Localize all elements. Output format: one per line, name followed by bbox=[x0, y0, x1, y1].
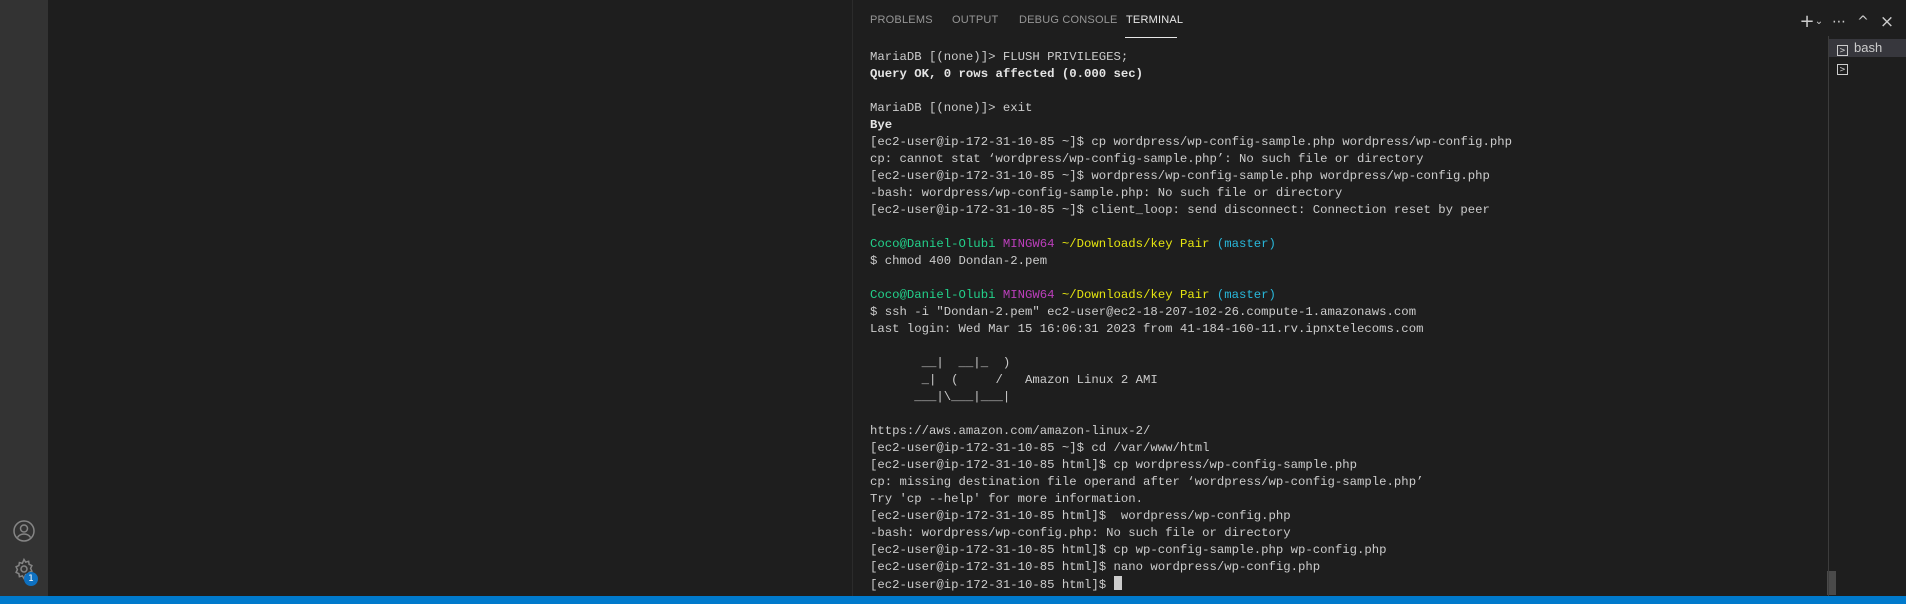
terminal-line-text: Query OK, 0 rows affected (0.000 sec) bbox=[870, 67, 1144, 81]
terminal-icon: > bbox=[1837, 45, 1848, 56]
terminal-line-text: Try 'cp --help' for more information. bbox=[870, 492, 1144, 506]
terminal-line-text: ___|\___|___| bbox=[870, 390, 1011, 404]
terminal-line: Coco@Daniel-Olubi MINGW64 ~/Downloads/ke… bbox=[870, 236, 1810, 253]
terminal-output[interactable]: MariaDB [(none)]> FLUSH PRIVILEGES; Query… bbox=[870, 49, 1810, 593]
terminal-tab-2[interactable]: > bbox=[1829, 58, 1899, 76]
terminal-line: MariaDB [(none)]> exit bbox=[870, 100, 1810, 117]
tab-debug-console[interactable]: DEBUG CONSOLE bbox=[1019, 14, 1118, 26]
terminal-line: Try 'cp --help' for more information. bbox=[870, 491, 1810, 508]
maximize-panel-icon[interactable]: ^ bbox=[1855, 14, 1871, 30]
terminal-line-text: [ec2-user@ip-172-31-10-85 ~]$ cp wordpre… bbox=[870, 135, 1513, 149]
terminal-line-text: $ ssh -i "Dondan-2.pem" ec2-user@ec2-18-… bbox=[870, 305, 1417, 319]
more-actions-icon[interactable]: ⋯ bbox=[1831, 14, 1847, 30]
terminal-line: _| ( / Amazon Linux 2 AMI bbox=[870, 372, 1810, 389]
terminal-icon: > bbox=[1837, 64, 1848, 75]
terminal-line: [ec2-user@ip-172-31-10-85 ~]$ client_loo… bbox=[870, 202, 1810, 219]
tab-terminal[interactable]: TERMINAL bbox=[1126, 14, 1183, 26]
prompt-host: MINGW64 bbox=[1002, 288, 1055, 302]
chevron-down-icon[interactable]: ⌄ bbox=[1811, 14, 1827, 30]
terminal-line: [ec2-user@ip-172-31-10-85 ~]$ cd /var/ww… bbox=[870, 440, 1810, 457]
terminal-line: [ec2-user@ip-172-31-10-85 ~]$ cp wordpre… bbox=[870, 134, 1810, 151]
terminal-line: [ec2-user@ip-172-31-10-85 html]$ cp word… bbox=[870, 457, 1810, 474]
terminal-line: [ec2-user@ip-172-31-10-85 html]$ nano wo… bbox=[870, 559, 1810, 576]
terminal-panel: PROBLEMS OUTPUT DEBUG CONSOLE TERMINAL +… bbox=[852, 0, 1906, 596]
terminal-line-text: Bye bbox=[870, 118, 893, 132]
terminal-tab-bash[interactable]: > bash bbox=[1829, 39, 1906, 57]
panel-header: PROBLEMS OUTPUT DEBUG CONSOLE TERMINAL +… bbox=[853, 4, 1906, 40]
terminal-list: > bash > bbox=[1828, 36, 1906, 596]
terminal-line-text: cp: cannot stat ‘wordpress/wp-config-sam… bbox=[870, 152, 1424, 166]
terminal-line: cp: cannot stat ‘wordpress/wp-config-sam… bbox=[870, 151, 1810, 168]
account-icon[interactable] bbox=[12, 519, 36, 543]
terminal-line-text: Last login: Wed Mar 15 16:06:31 2023 fro… bbox=[870, 322, 1424, 336]
terminal-line-text: [ec2-user@ip-172-31-10-85 ~]$ cd /var/ww… bbox=[870, 441, 1210, 455]
terminal-line: MariaDB [(none)]> FLUSH PRIVILEGES; bbox=[870, 49, 1810, 66]
prompt-host: MINGW64 bbox=[1002, 237, 1055, 251]
terminal-line-text: __| __|_ ) bbox=[870, 356, 1011, 370]
terminal-line: https://aws.amazon.com/amazon-linux-2/ bbox=[870, 423, 1810, 440]
terminal-line: Coco@Daniel-Olubi MINGW64 ~/Downloads/ke… bbox=[870, 287, 1810, 304]
terminal-line-text: $ chmod 400 Dondan-2.pem bbox=[870, 254, 1048, 268]
prompt-branch: (master) bbox=[1216, 237, 1276, 251]
prompt-path: ~/Downloads/key Pair bbox=[1061, 237, 1210, 251]
terminal-line: -bash: wordpress/wp-config.php: No such … bbox=[870, 525, 1810, 542]
terminal-cursor bbox=[1113, 576, 1122, 590]
terminal-line-text: cp: missing destination file operand aft… bbox=[870, 475, 1424, 489]
terminal-line: $ ssh -i "Dondan-2.pem" ec2-user@ec2-18-… bbox=[870, 304, 1810, 321]
terminal-line-text: [ec2-user@ip-172-31-10-85 html]$ bbox=[870, 578, 1114, 592]
terminal-line: [ec2-user@ip-172-31-10-85 ~]$ wordpress/… bbox=[870, 168, 1810, 185]
terminal-line-text: [ec2-user@ip-172-31-10-85 html]$ nano wo… bbox=[870, 560, 1321, 574]
activity-bar: 1 bbox=[0, 0, 48, 596]
terminal-line: __| __|_ ) bbox=[870, 355, 1810, 372]
terminal-line: $ chmod 400 Dondan-2.pem bbox=[870, 253, 1810, 270]
settings-badge: 1 bbox=[24, 572, 38, 586]
terminal-line: Last login: Wed Mar 15 16:06:31 2023 fro… bbox=[870, 321, 1810, 338]
terminal-line-text: [ec2-user@ip-172-31-10-85 ~]$ wordpress/… bbox=[870, 169, 1490, 183]
terminal-line: -bash: wordpress/wp-config-sample.php: N… bbox=[870, 185, 1810, 202]
terminal-line-text: MariaDB [(none)]> FLUSH PRIVILEGES; bbox=[870, 50, 1129, 64]
prompt-branch: (master) bbox=[1216, 288, 1276, 302]
status-bar bbox=[0, 596, 1906, 604]
terminal-line-text: [ec2-user@ip-172-31-10-85 html]$ cp wp-c… bbox=[870, 543, 1387, 557]
terminal-line: Bye bbox=[870, 117, 1810, 134]
terminal-line-text: -bash: wordpress/wp-config-sample.php: N… bbox=[870, 186, 1343, 200]
prompt-user: Coco@Daniel-Olubi bbox=[870, 237, 996, 251]
active-tab-indicator bbox=[1125, 37, 1177, 38]
prompt-user: Coco@Daniel-Olubi bbox=[870, 288, 996, 302]
terminal-line-text: -bash: wordpress/wp-config.php: No such … bbox=[870, 526, 1291, 540]
editor-area bbox=[48, 0, 852, 596]
terminal-line-text: [ec2-user@ip-172-31-10-85 ~]$ client_loo… bbox=[870, 203, 1490, 217]
prompt-path: ~/Downloads/key Pair bbox=[1061, 288, 1210, 302]
terminal-line-text: [ec2-user@ip-172-31-10-85 html]$ cp word… bbox=[870, 458, 1358, 472]
terminal-line: cp: missing destination file operand aft… bbox=[870, 474, 1810, 491]
terminal-line-text: _| ( / Amazon Linux 2 AMI bbox=[870, 373, 1158, 387]
terminal-tab-label: bash bbox=[1854, 40, 1883, 55]
terminal-line: [ec2-user@ip-172-31-10-85 html]$ wordpre… bbox=[870, 508, 1810, 525]
tab-problems[interactable]: PROBLEMS bbox=[870, 14, 933, 26]
close-panel-icon[interactable]: × bbox=[1879, 14, 1895, 31]
terminal-line-text: https://aws.amazon.com/amazon-linux-2/ bbox=[870, 424, 1151, 438]
terminal-line: [ec2-user@ip-172-31-10-85 html]$ bbox=[870, 576, 1810, 593]
tab-output[interactable]: OUTPUT bbox=[952, 14, 998, 26]
terminal-line-text: [ec2-user@ip-172-31-10-85 html]$ wordpre… bbox=[870, 509, 1291, 523]
terminal-line-text: MariaDB [(none)]> exit bbox=[870, 101, 1033, 115]
terminal-line: [ec2-user@ip-172-31-10-85 html]$ cp wp-c… bbox=[870, 542, 1810, 559]
terminal-line: Query OK, 0 rows affected (0.000 sec) bbox=[870, 66, 1810, 83]
terminal-line: ___|\___|___| bbox=[870, 389, 1810, 406]
